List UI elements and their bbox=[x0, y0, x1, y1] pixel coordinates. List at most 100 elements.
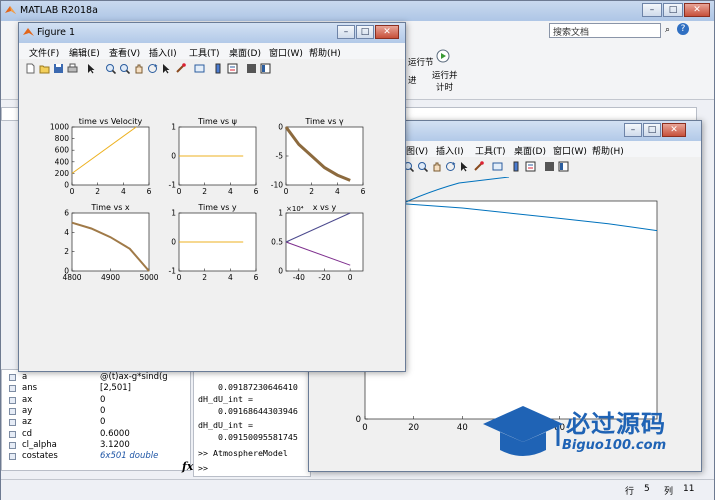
matlab-logo-icon bbox=[5, 5, 16, 16]
menu-item[interactable]: 窗口(W) bbox=[269, 46, 303, 59]
run-section-label[interactable]: 运行节 bbox=[408, 56, 434, 68]
figure-2-maximize-button[interactable]: □ bbox=[643, 123, 661, 137]
workspace-row[interactable]: ax 0 bbox=[2, 395, 190, 406]
command-prompt[interactable]: >> bbox=[198, 463, 208, 474]
menu-item[interactable]: 桌面(D) bbox=[514, 144, 546, 157]
menu-item[interactable]: 桌面(D) bbox=[229, 46, 261, 59]
pan-icon[interactable] bbox=[133, 63, 144, 74]
open-file-icon[interactable] bbox=[39, 63, 50, 74]
colorbar-icon[interactable] bbox=[213, 63, 224, 74]
figure-1-close-button[interactable]: ✕ bbox=[375, 25, 399, 39]
command-window[interactable]: 0.09187230646410 dH_dU_int = 0.091686443… bbox=[182, 369, 311, 477]
row-label: 行 bbox=[625, 487, 635, 497]
advance-label[interactable]: 进 bbox=[408, 74, 417, 86]
menu-item[interactable]: 帮助(H) bbox=[592, 144, 624, 157]
cursor-icon[interactable] bbox=[86, 63, 97, 74]
colorbar-icon[interactable] bbox=[511, 161, 522, 172]
subplot-title: Time vs γ bbox=[304, 117, 344, 126]
search-icon[interactable]: ⌕ bbox=[665, 25, 670, 35]
workspace-row[interactable]: costates 6x501 double bbox=[2, 451, 190, 462]
zoom-out-icon[interactable] bbox=[119, 63, 130, 74]
zoom-in-icon[interactable] bbox=[105, 63, 116, 74]
col-label: 列 bbox=[664, 487, 674, 497]
minimize-button[interactable]: – bbox=[642, 3, 662, 17]
menu-item[interactable]: 查看(V) bbox=[109, 46, 140, 59]
workspace-row[interactable]: ans [2,501] bbox=[2, 383, 190, 394]
datacursor-icon[interactable] bbox=[161, 63, 172, 74]
x-tick-label: 2 bbox=[309, 187, 314, 196]
show-tools-icon[interactable] bbox=[558, 161, 569, 172]
fx-icon[interactable]: fx bbox=[182, 460, 193, 473]
brush-icon[interactable] bbox=[175, 63, 186, 74]
datacursor-icon[interactable] bbox=[459, 161, 470, 172]
maximize-button[interactable]: □ bbox=[663, 3, 683, 17]
link-icon[interactable] bbox=[492, 161, 503, 172]
run-and-time-label-2[interactable]: 计时 bbox=[436, 81, 453, 93]
variable-value: 6x501 double bbox=[100, 451, 159, 462]
y-tick-label: -10 bbox=[271, 181, 283, 190]
show-tools-icon[interactable] bbox=[260, 63, 271, 74]
rotate-icon[interactable] bbox=[147, 63, 158, 74]
variable-name: ans bbox=[22, 383, 38, 394]
watermark-text: 必过源码 bbox=[566, 410, 666, 438]
figure-1-minimize-button[interactable]: – bbox=[337, 25, 355, 39]
x-tick-label: 4900 bbox=[101, 273, 120, 282]
figure-1-canvas: 0 2 4 6 0 200 400 600 800 1000 time vs Velocity 0 2 4… bbox=[19, 79, 405, 371]
variable-name: ax bbox=[22, 394, 33, 405]
link-icon[interactable] bbox=[194, 63, 205, 74]
figure-1-maximize-button[interactable]: □ bbox=[356, 25, 374, 39]
pan-icon[interactable] bbox=[431, 161, 442, 172]
save-icon[interactable] bbox=[53, 63, 64, 74]
y-tick-label: 200 bbox=[55, 169, 70, 178]
figure-2-minimize-button[interactable]: – bbox=[624, 123, 642, 137]
workspace-row[interactable]: az 0 bbox=[2, 417, 190, 428]
zoom-out-icon[interactable] bbox=[417, 161, 428, 172]
search-input[interactable]: 搜索文档 bbox=[549, 23, 661, 38]
y-tick-label: 2 bbox=[64, 247, 69, 256]
figure-2-close-button[interactable]: ✕ bbox=[662, 123, 686, 137]
x-tick-label: 0 bbox=[70, 187, 75, 196]
menu-item[interactable]: 编辑(E) bbox=[69, 46, 100, 59]
brush-icon[interactable] bbox=[473, 161, 484, 172]
run-and-time-icon[interactable] bbox=[435, 47, 451, 63]
x-tick-label: 6 bbox=[147, 187, 152, 196]
menu-item[interactable]: 插入(I) bbox=[436, 144, 464, 157]
menu-item[interactable]: 文件(F) bbox=[29, 46, 59, 59]
search-placeholder: 搜索文档 bbox=[553, 28, 590, 38]
legend-icon[interactable] bbox=[227, 63, 238, 74]
hide-tools-icon[interactable] bbox=[544, 161, 555, 172]
watermark-logo: 必过源码 Biguo100.com bbox=[478, 400, 708, 466]
variable-name: az bbox=[22, 417, 32, 428]
new-figure-icon[interactable] bbox=[25, 63, 36, 74]
variable-name: a bbox=[22, 372, 28, 382]
workspace-row[interactable]: cd 0.6000 bbox=[2, 429, 190, 440]
run-and-time-label-1[interactable]: 运行并 bbox=[432, 69, 458, 81]
figure-1-window: Figure 1 – □ ✕ 文件(F) 编辑(E) 查看(V) 插入(I) 工具(T)… bbox=[18, 22, 406, 372]
subplot-title: Time vs x bbox=[90, 203, 130, 212]
y-tick-label: 1 bbox=[278, 209, 283, 218]
workspace-row[interactable]: a @(t)ax-g*sind(g bbox=[2, 372, 190, 383]
close-button[interactable]: ✕ bbox=[684, 3, 710, 17]
menu-item[interactable]: 工具(T) bbox=[475, 144, 506, 157]
menu-item[interactable]: 插入(I) bbox=[149, 46, 177, 59]
y-tick-label: 4 bbox=[64, 228, 69, 237]
command-output-line: 0.09168644303946 bbox=[198, 406, 298, 416]
legend-icon[interactable] bbox=[525, 161, 536, 172]
axes-box bbox=[364, 200, 658, 420]
rotate-icon[interactable] bbox=[445, 161, 456, 172]
y-tick-label: 1 bbox=[171, 123, 176, 132]
workspace-row[interactable]: ay 0 bbox=[2, 406, 190, 417]
hide-tools-icon[interactable] bbox=[246, 63, 257, 74]
help-icon[interactable]: ? bbox=[677, 23, 689, 35]
figure-1-title: Figure 1 bbox=[37, 27, 76, 38]
menu-item[interactable]: 工具(T) bbox=[189, 46, 220, 59]
print-icon[interactable] bbox=[67, 63, 78, 74]
x-tick-label: 0 bbox=[177, 187, 182, 196]
menu-item[interactable]: 窗口(W) bbox=[553, 144, 587, 157]
figure-1-toolbar bbox=[19, 59, 405, 80]
workspace-row[interactable]: cl_alpha 3.1200 bbox=[2, 440, 190, 451]
row-value: 5 bbox=[644, 484, 650, 494]
matlab-window-title: MATLAB R2018a bbox=[20, 5, 98, 16]
matlab-titlebar: MATLAB R2018a – □ ✕ bbox=[1, 1, 714, 21]
menu-item[interactable]: 帮助(H) bbox=[309, 46, 341, 59]
